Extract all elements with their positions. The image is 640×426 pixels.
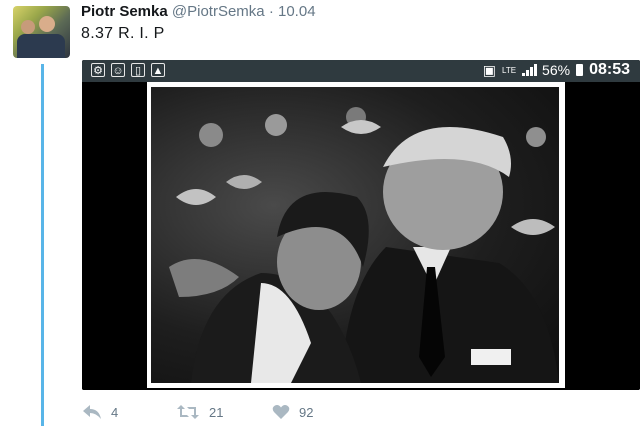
battery-percent: 56% — [542, 62, 571, 78]
signal-icon — [522, 64, 538, 76]
tweet-media[interactable]: ⚙ ☺ ▯ ▲ ▣ LTE 56% 08:53 — [82, 60, 640, 390]
retweet-icon — [177, 405, 199, 419]
avatar[interactable] — [13, 6, 70, 58]
phone-icon: ▯ — [131, 63, 145, 77]
separator-dot: · — [268, 3, 274, 20]
tweet-header: Piotr Semka @PiotrSemka · 10.04 — [81, 3, 316, 20]
photo-letterbox-left — [82, 82, 147, 390]
vibrate-icon: ▣ — [482, 61, 496, 78]
reply-button[interactable]: 4 — [82, 404, 118, 420]
retweet-count: 21 — [209, 404, 224, 420]
thread-line — [41, 64, 44, 426]
tweet-text: 8.37 R. I. P — [81, 25, 165, 42]
phone-time: 08:53 — [589, 61, 630, 78]
photo-frame — [147, 82, 565, 388]
tweet-timestamp[interactable]: 10.04 — [278, 3, 316, 20]
reply-count: 4 — [111, 404, 119, 420]
reply-icon — [83, 405, 101, 419]
like-icon — [272, 405, 290, 419]
retweet-button[interactable]: 21 — [176, 404, 223, 420]
photo — [151, 87, 559, 383]
settings-icon: ⚙ — [91, 63, 105, 77]
author-name[interactable]: Piotr Semka — [81, 3, 168, 20]
network-label: LTE — [501, 65, 517, 75]
like-button[interactable]: 92 — [272, 404, 313, 420]
author-handle[interactable]: @PiotrSemka — [172, 3, 265, 20]
battery-icon — [576, 64, 584, 76]
photo-letterbox-right — [565, 82, 640, 390]
face-icon: ☺ — [111, 63, 125, 77]
like-count: 92 — [299, 404, 314, 420]
image-icon: ▲ — [151, 63, 165, 77]
phone-status-bar: ⚙ ☺ ▯ ▲ ▣ LTE 56% 08:53 — [82, 60, 640, 82]
